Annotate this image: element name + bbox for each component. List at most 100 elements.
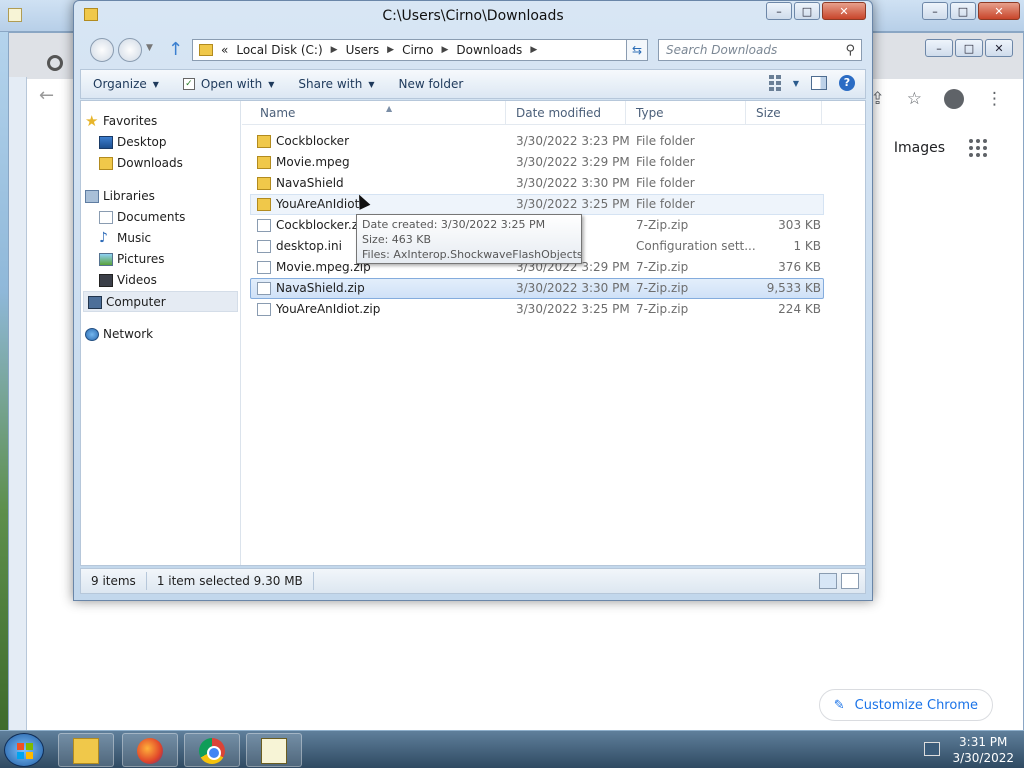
- table-row[interactable]: Movie.mpeg 3/30/2022 3:29 PM File folder: [250, 152, 824, 173]
- recent-pages-dropdown-icon[interactable]: ▼: [146, 43, 153, 53]
- music-note-icon: ♪: [99, 230, 108, 246]
- nav-computer[interactable]: Computer: [83, 291, 238, 312]
- breadcrumb-cirno[interactable]: Cirno: [402, 43, 433, 57]
- search-placeholder: Search Downloads: [666, 43, 778, 57]
- nav-favorites[interactable]: ★ Favorites: [81, 111, 240, 132]
- column-name-label: Name: [260, 106, 296, 120]
- file-type: Configuration sett...: [636, 239, 756, 253]
- images-link[interactable]: Images: [894, 140, 945, 156]
- share-with-button[interactable]: Share with ▼: [286, 77, 386, 91]
- file-type: File folder: [636, 134, 695, 148]
- chevron-down-icon: ▼: [368, 79, 375, 89]
- nav-pictures[interactable]: Pictures: [81, 249, 240, 270]
- nav-documents[interactable]: Documents: [81, 207, 240, 228]
- new-folder-button[interactable]: New folder: [386, 77, 475, 91]
- breadcrumb-local-disk[interactable]: Local Disk (C:): [236, 43, 322, 57]
- breadcrumb-downloads[interactable]: Downloads: [456, 43, 522, 57]
- profile-avatar[interactable]: [944, 89, 964, 109]
- star-icon: ★: [85, 112, 99, 130]
- more-menu-icon[interactable]: ⋮: [986, 89, 1003, 109]
- navigation-pane: ★ Favorites Desktop Downloads Libraries …: [81, 101, 241, 565]
- customize-chrome-button[interactable]: ✎ Customize Chrome: [818, 689, 993, 721]
- nav-favorites-label: Favorites: [103, 114, 158, 128]
- start-button[interactable]: [4, 733, 44, 767]
- breadcrumb-overflow[interactable]: «: [221, 43, 228, 57]
- chrome-minimize-button[interactable]: –: [925, 39, 953, 57]
- close-button[interactable]: ✕: [822, 2, 866, 20]
- clock[interactable]: 3:31 PM 3/30/2022: [952, 734, 1014, 766]
- nav-libraries[interactable]: Libraries: [81, 186, 240, 207]
- column-header-size[interactable]: Size: [746, 101, 822, 125]
- column-header-name[interactable]: ▲ Name: [250, 101, 506, 125]
- file-name: Cockblocker: [276, 134, 349, 148]
- clock-date: 3/30/2022: [952, 751, 1014, 765]
- nav-videos[interactable]: Videos: [81, 270, 240, 291]
- item-count: 9 items: [81, 572, 147, 590]
- forward-button[interactable]: [118, 38, 142, 62]
- taskbar-explorer[interactable]: [58, 733, 114, 767]
- file-list: ▲ Name Date modified Type Size Cockblock…: [242, 101, 865, 565]
- maximize-button[interactable]: □: [950, 2, 976, 20]
- nav-desktop-label: Desktop: [117, 135, 167, 149]
- chrome-tab-icon[interactable]: [47, 55, 63, 71]
- file-type: 7-Zip.zip: [636, 281, 689, 295]
- open-with-button[interactable]: ✓ Open with ▼: [171, 77, 286, 91]
- chrome-close-button[interactable]: ✕: [985, 39, 1013, 57]
- breadcrumb-chevron-icon[interactable]: ▶: [530, 45, 537, 55]
- back-arrow-icon[interactable]: ←: [39, 85, 54, 106]
- windows-logo-icon: [17, 743, 33, 759]
- taskbar-chrome[interactable]: [184, 733, 240, 767]
- taskbar: 3:31 PM 3/30/2022: [0, 730, 1024, 768]
- nav-desktop[interactable]: Desktop: [81, 132, 240, 153]
- chrome-icon: [199, 738, 225, 764]
- network-tray-icon[interactable]: [924, 742, 940, 756]
- table-row[interactable]: YouAreAnIdiot 3/30/2022 3:25 PM File fol…: [250, 194, 824, 215]
- file-date: 3/30/2022 3:25 PM: [516, 197, 630, 211]
- refresh-icon[interactable]: ⇆: [626, 39, 648, 61]
- taskbar-firefox[interactable]: [122, 733, 178, 767]
- address-bar[interactable]: « Local Disk (C:) ▶ Users ▶ Cirno ▶ Down…: [192, 39, 644, 61]
- clock-time: 3:31 PM: [959, 735, 1008, 749]
- minimize-button[interactable]: –: [922, 2, 948, 20]
- bookmark-star-icon[interactable]: ☆: [907, 89, 922, 109]
- minimize-button[interactable]: –: [766, 2, 792, 20]
- folder-icon: [257, 198, 271, 211]
- large-icons-view-icon[interactable]: [841, 573, 859, 589]
- close-button[interactable]: ✕: [978, 2, 1020, 20]
- column-header-date[interactable]: Date modified: [506, 101, 626, 125]
- apps-grid-icon[interactable]: [969, 139, 987, 157]
- organize-button[interactable]: Organize ▼: [81, 77, 171, 91]
- table-row[interactable]: Cockblocker 3/30/2022 3:23 PM File folde…: [250, 131, 824, 152]
- file-type: 7-Zip.zip: [636, 218, 689, 232]
- help-icon[interactable]: ?: [839, 75, 855, 91]
- preview-pane-icon[interactable]: [811, 76, 827, 90]
- breadcrumb-chevron-icon[interactable]: ▶: [441, 45, 448, 55]
- nav-music[interactable]: ♪ Music: [81, 228, 240, 249]
- file-size: 9,533 KB: [766, 281, 821, 295]
- share-with-label: Share with: [298, 77, 363, 91]
- nav-downloads[interactable]: Downloads: [81, 153, 240, 174]
- breadcrumb-chevron-icon[interactable]: ▶: [331, 45, 338, 55]
- file-name: YouAreAnIdiot.zip: [276, 302, 381, 316]
- chrome-maximize-button[interactable]: □: [955, 39, 983, 57]
- maximize-button[interactable]: □: [794, 2, 820, 20]
- view-dropdown-icon[interactable]: ▼: [793, 79, 799, 88]
- up-arrow-icon[interactable]: ↑: [168, 39, 183, 60]
- config-file-icon: [257, 240, 271, 253]
- nav-network[interactable]: Network: [81, 324, 240, 345]
- breadcrumb-users[interactable]: Users: [346, 43, 380, 57]
- back-button[interactable]: [90, 38, 114, 62]
- taskbar-notepad[interactable]: [246, 733, 302, 767]
- details-view-icon[interactable]: [819, 573, 837, 589]
- table-row[interactable]: NavaShield 3/30/2022 3:30 PM File folder: [250, 173, 824, 194]
- change-view-icon[interactable]: [768, 75, 781, 91]
- search-icon[interactable]: ⚲: [845, 41, 855, 61]
- search-input[interactable]: Search Downloads ⚲: [658, 39, 862, 61]
- column-header-type[interactable]: Type: [626, 101, 746, 125]
- zip-file-icon: [257, 282, 271, 295]
- table-row[interactable]: NavaShield.zip 3/30/2022 3:30 PM 7-Zip.z…: [250, 278, 824, 299]
- chevron-down-icon: ▼: [152, 79, 159, 89]
- breadcrumb-chevron-icon[interactable]: ▶: [387, 45, 394, 55]
- nav-libraries-label: Libraries: [103, 189, 155, 203]
- table-row[interactable]: YouAreAnIdiot.zip 3/30/2022 3:25 PM 7-Zi…: [250, 299, 824, 320]
